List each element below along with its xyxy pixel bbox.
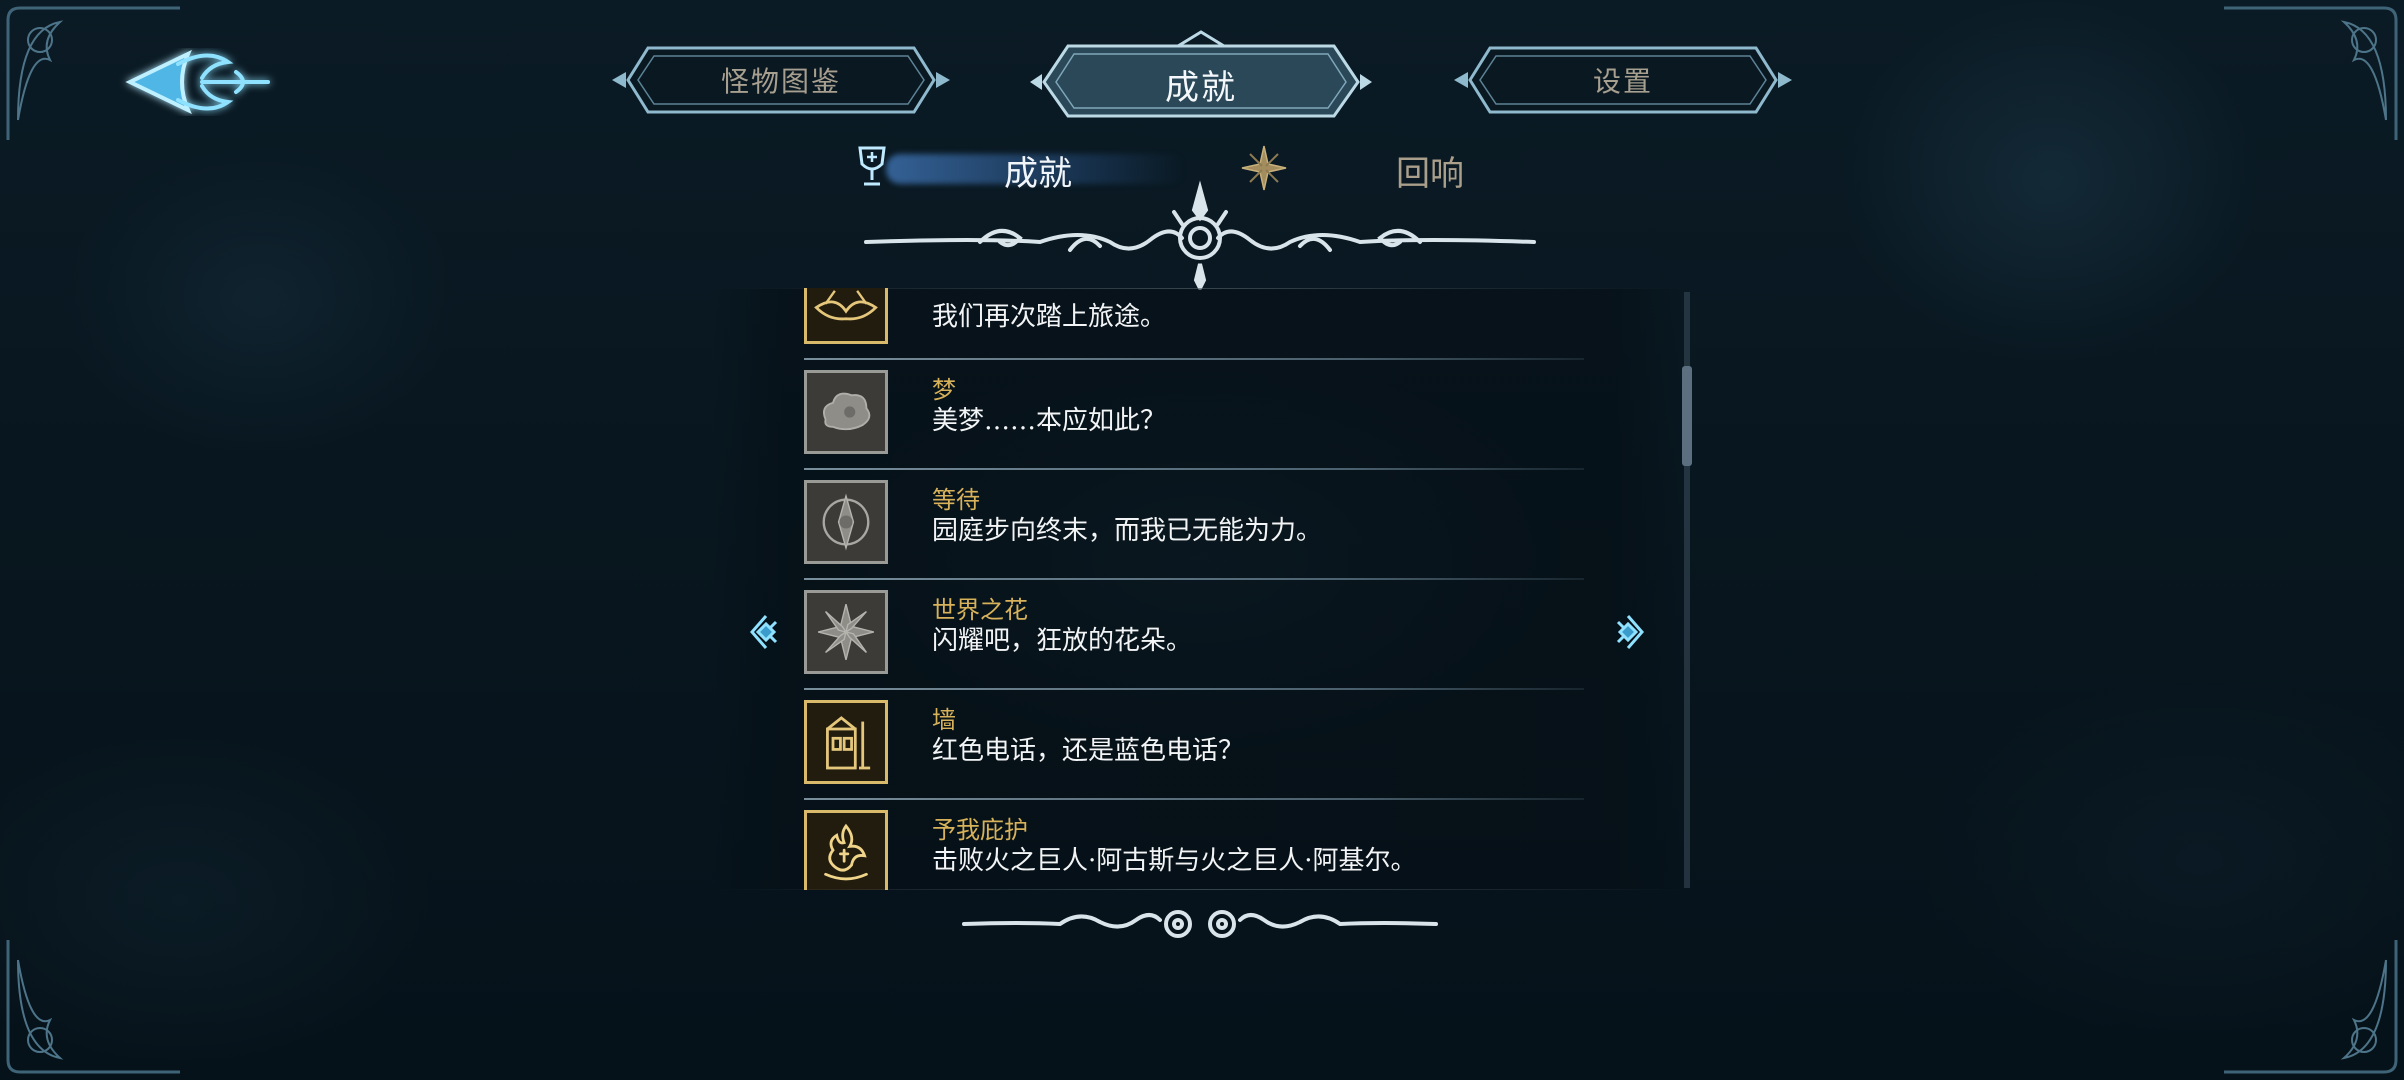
corner-ornament-bottom-left [0,930,190,1080]
next-page-button[interactable] [1610,610,1650,654]
chevron-right-icon [1616,615,1644,649]
ornament-divider-bottom [960,898,1440,948]
dream-cloud-icon [804,370,888,454]
back-button[interactable] [118,34,278,130]
winged-emblem-icon [804,288,888,344]
tab-bestiary-label: 怪物图鉴 [720,65,841,98]
achievement-list[interactable]: 我们再次踏上旅途。 梦 美梦……本应如此？ 等待 园庭步向终末，而我已无能为力。… [712,288,1688,890]
list-scrollbar-thumb[interactable] [1682,366,1692,467]
world-flower-icon [804,590,888,674]
previous-page-button[interactable] [744,610,784,654]
waiting-sigil-icon [804,480,888,564]
ornament-divider-top [860,180,1540,293]
back-arrow-icon [125,49,270,115]
achievement-description: 闪耀吧，狂放的花朵。 [932,626,1193,656]
tab-settings-label: 设置 [1592,65,1653,98]
list-item[interactable]: 梦 美梦……本应如此？ [804,360,1584,470]
tab-achievements-label: 成就 [1165,67,1237,108]
achievement-description: 红色电话，还是蓝色电话？ [932,736,1245,766]
list-item[interactable]: 我们再次踏上旅途。 [804,288,1584,360]
tab-bestiary[interactable]: 怪物图鉴 [608,42,954,118]
fire-giant-icon [804,810,888,890]
phone-booth-icon [804,700,888,784]
list-item[interactable]: 世界之花 闪耀吧，狂放的花朵。 [804,580,1584,690]
achievement-description: 击败火之巨人·阿古斯与火之巨人·阿基尔。 [932,846,1417,876]
list-item[interactable]: 墙 红色电话，还是蓝色电话？ [804,690,1584,800]
chevron-left-icon [750,615,778,649]
list-bottom-edge [712,889,1688,890]
tab-settings[interactable]: 设置 [1450,42,1796,118]
corner-ornament-top-right [2214,0,2404,150]
list-item[interactable]: 等待 园庭步向终末，而我已无能为力。 [804,470,1584,580]
achievement-description: 我们再次踏上旅途。 [932,302,1167,332]
list-item[interactable]: 予我庇护 击败火之巨人·阿古斯与火之巨人·阿基尔。 [804,800,1574,890]
tab-achievements[interactable]: 成就 [1028,30,1374,122]
achievement-description: 园庭步向终末，而我已无能为力。 [932,516,1323,546]
achievement-description: 美梦……本应如此？ [932,406,1167,436]
corner-ornament-bottom-right [2214,930,2404,1080]
